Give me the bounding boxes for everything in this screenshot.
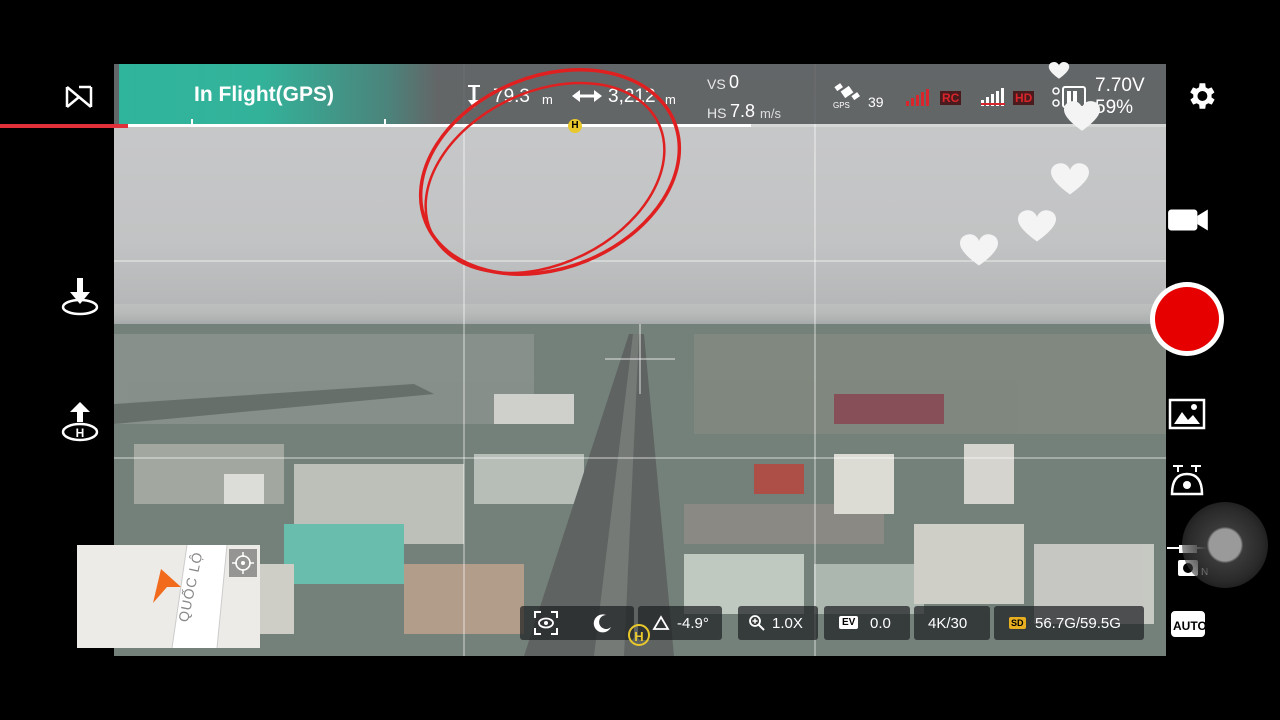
- sd-card-icon: SD: [1009, 617, 1026, 629]
- minimap[interactable]: QUỐC LỘ: [77, 545, 260, 648]
- dji-go-logo[interactable]: [64, 84, 94, 110]
- flight-status-label: In Flight(GPS): [194, 83, 334, 106]
- focus-frame-icon[interactable]: [533, 610, 559, 636]
- recenter-button[interactable]: [229, 549, 257, 577]
- hs-label: HS: [707, 105, 727, 121]
- gps-label: GPS: [833, 101, 850, 110]
- battery-percent: 59%: [1095, 97, 1134, 118]
- gear-icon[interactable]: [1184, 79, 1218, 113]
- zoom-icon: [749, 615, 765, 631]
- hs-unit: m/s: [760, 106, 781, 121]
- auto-mode-button[interactable]: AUTO: [1171, 611, 1207, 637]
- heart-icon: [960, 234, 998, 266]
- gps-satellite-count: 39: [868, 94, 884, 110]
- ev-label: EV: [839, 616, 859, 629]
- ev-value: 0.0: [870, 615, 891, 632]
- heart-icon: [1018, 210, 1056, 242]
- gimbal-icon[interactable]: [1168, 464, 1206, 500]
- rc-label: RC: [940, 91, 962, 105]
- resolution-value: 4K/30: [928, 615, 968, 632]
- vs-value: 0: [729, 72, 740, 92]
- video-signal-bars-icon[interactable]: [981, 85, 1013, 107]
- battery-voltage: 7.70V: [1095, 75, 1145, 96]
- ev-chip[interactable]: [824, 606, 910, 640]
- crosshair-icon: [232, 552, 254, 574]
- gimbal-angle-icon: [652, 615, 670, 630]
- video-camera-icon[interactable]: [1166, 200, 1212, 240]
- hs-value: 7.8: [730, 101, 756, 121]
- progress-tick: [191, 119, 193, 127]
- video-link-label: HD: [1013, 91, 1035, 105]
- gallery-icon[interactable]: [1168, 398, 1206, 430]
- aircraft-arrow-icon: [153, 569, 181, 603]
- red-circle-annotation: [418, 68, 682, 276]
- record-button-icon[interactable]: [1155, 287, 1219, 351]
- moon-icon[interactable]: [592, 612, 614, 634]
- gimbal-angle: -4.9°: [677, 615, 709, 632]
- heart-icon: [1064, 101, 1100, 131]
- svg-text:H: H: [76, 426, 85, 440]
- assistive-touch-button[interactable]: [1182, 502, 1268, 588]
- zoom-value: 1.0X: [772, 615, 803, 632]
- left-edge-indicator: [0, 124, 128, 128]
- auto-takeoff-icon[interactable]: [56, 274, 104, 322]
- storage-value: 56.7G/59.5G: [1035, 615, 1121, 632]
- vs-label: VS: [707, 76, 726, 92]
- heart-icon: [1048, 62, 1070, 79]
- progress-tick: [384, 119, 386, 127]
- home-point-indicator: H: [628, 624, 650, 646]
- return-to-home-icon[interactable]: H: [56, 400, 104, 448]
- rc-signal-bars-icon[interactable]: [906, 87, 936, 107]
- heart-icon: [1051, 163, 1089, 195]
